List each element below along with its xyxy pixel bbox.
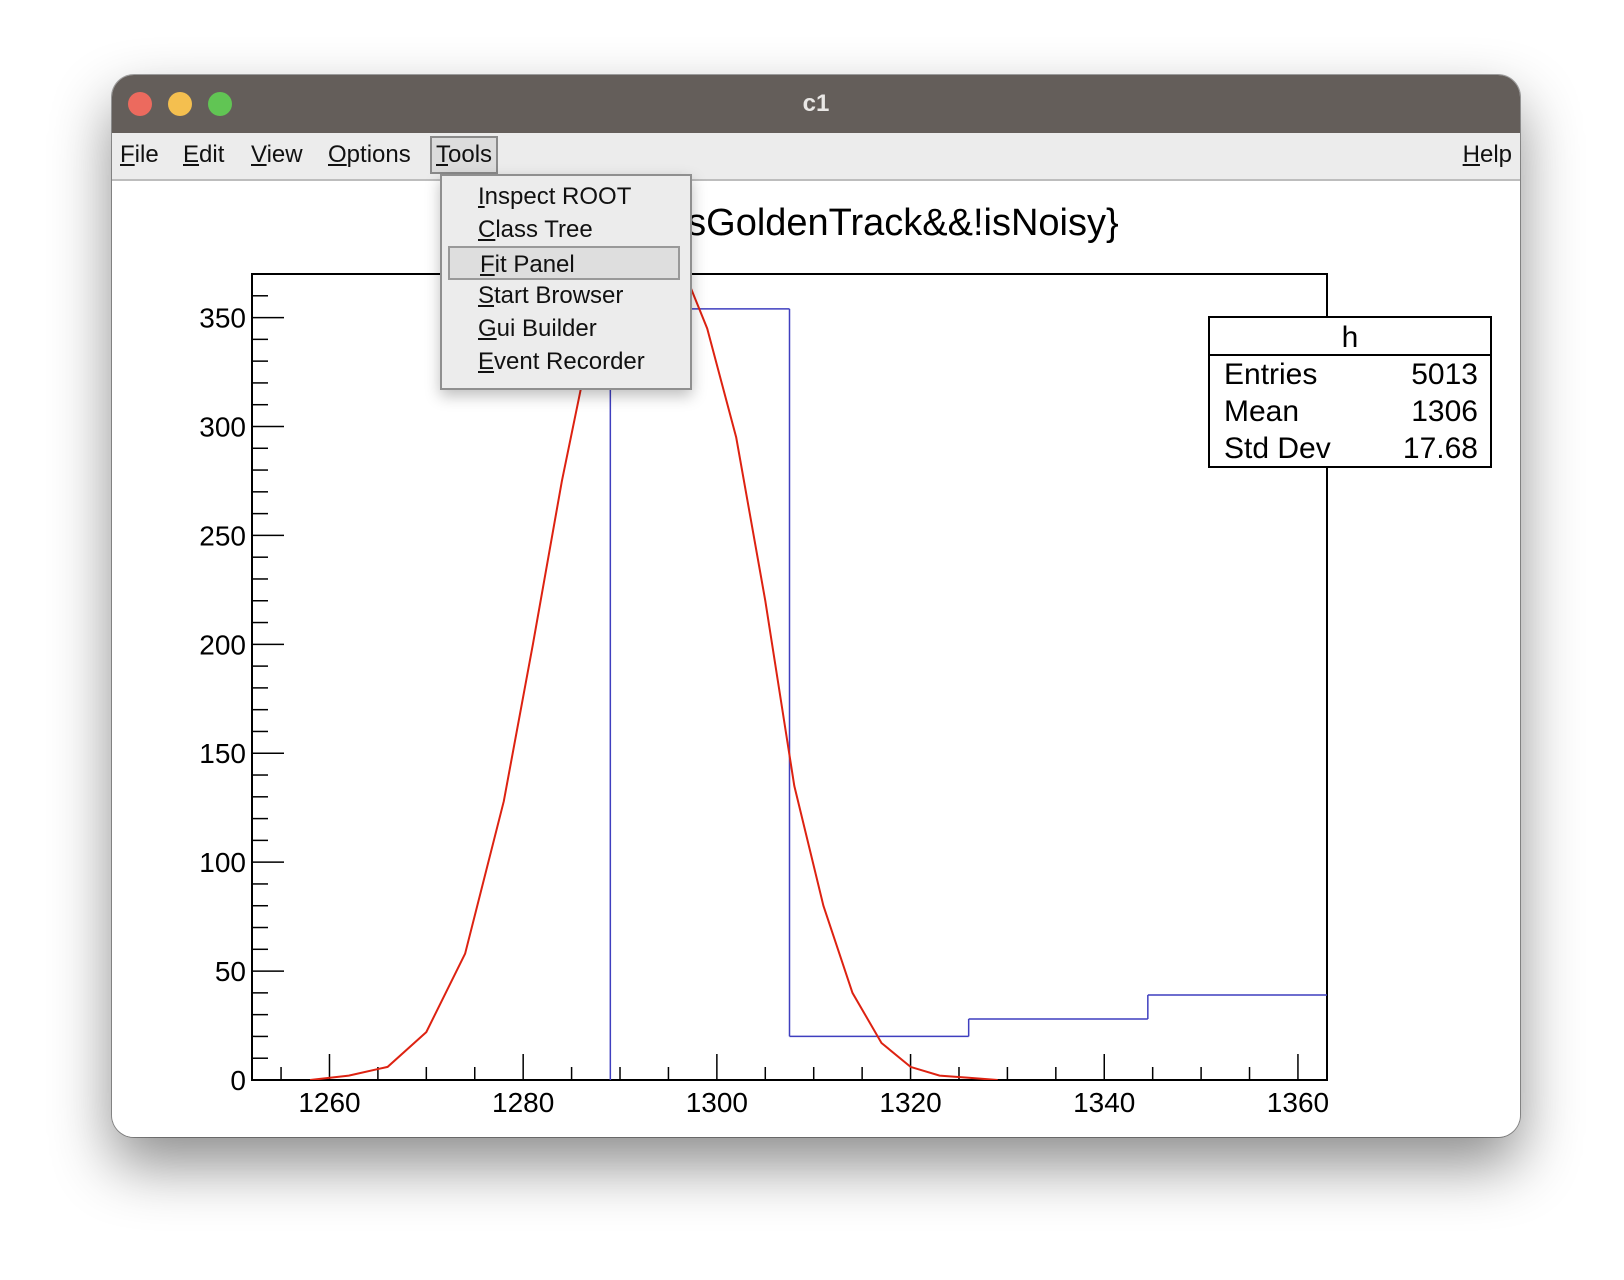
menu-item-gui-builder[interactable]: Gui Builder [448,312,680,346]
stats-row-stddev: Std Dev 17.68 [1210,430,1490,467]
y-tick-label: 200 [199,629,246,660]
stats-mean-label: Mean [1224,395,1300,428]
title-bar[interactable]: c1 [112,75,1520,133]
tools-dropdown-menu: Inspect ROOT Class Tree Fit Panel Start … [440,174,692,390]
stats-stddev-label: Std Dev [1224,432,1331,465]
window-title: c1 [802,90,830,117]
stats-stddev-value: 17.68 [1402,432,1478,465]
y-tick-label: 100 [199,847,246,878]
menu-tools[interactable]: Tools [430,136,499,174]
menu-view[interactable]: View [247,138,307,172]
stats-entries-label: Entries [1224,358,1318,391]
y-tick-label: 300 [199,411,246,442]
stats-row-entries: Entries 5013 [1210,356,1490,393]
x-tick-label: 1300 [686,1087,748,1118]
menu-bar: File Edit View Options Tools Help [112,133,1520,181]
x-tick-label: 1320 [879,1087,941,1118]
menu-file[interactable]: File [116,138,163,172]
y-tick-label: 50 [215,956,246,987]
menu-item-inspect-root[interactable]: Inspect ROOT [448,180,680,214]
menu-help[interactable]: Help [1459,138,1516,172]
stats-row-mean: Mean 1306 [1210,393,1490,430]
menu-options[interactable]: Options [324,138,415,172]
menu-edit[interactable]: Edit [179,138,228,172]
axis-ticks [252,273,1299,1081]
x-tick-label: 1280 [492,1087,554,1118]
menu-item-class-tree[interactable]: Class Tree [448,213,680,247]
x-tick-label: 1340 [1073,1087,1135,1118]
stats-entries-value: 5013 [1411,358,1478,391]
stats-box[interactable]: h Entries 5013 Mean 1306 Std Dev 17.68 [1208,316,1492,468]
chart-title: {isGoldenTrack&&!isNoisy} [666,202,1119,244]
stats-mean-value: 1306 [1411,395,1478,428]
x-tick-label: 1360 [1267,1087,1329,1118]
y-tick-label: 150 [199,738,246,769]
menu-item-start-browser[interactable]: Start Browser [448,279,680,313]
root-canvas-window: c1 File Edit View Options Tools Help {is… [112,75,1520,1137]
y-tick-label: 250 [199,520,246,551]
stats-title: h [1210,318,1490,356]
menu-item-fit-panel[interactable]: Fit Panel [448,246,680,280]
plot-canvas[interactable]: {isGoldenTrack&&!isNoisy} 0 50 100 150 200 25… [112,181,1520,1137]
y-tick-label: 0 [230,1065,246,1096]
y-tick-label: 350 [199,303,246,334]
x-tick-label: 1260 [298,1087,360,1118]
menu-item-event-recorder[interactable]: Event Recorder [448,345,680,379]
